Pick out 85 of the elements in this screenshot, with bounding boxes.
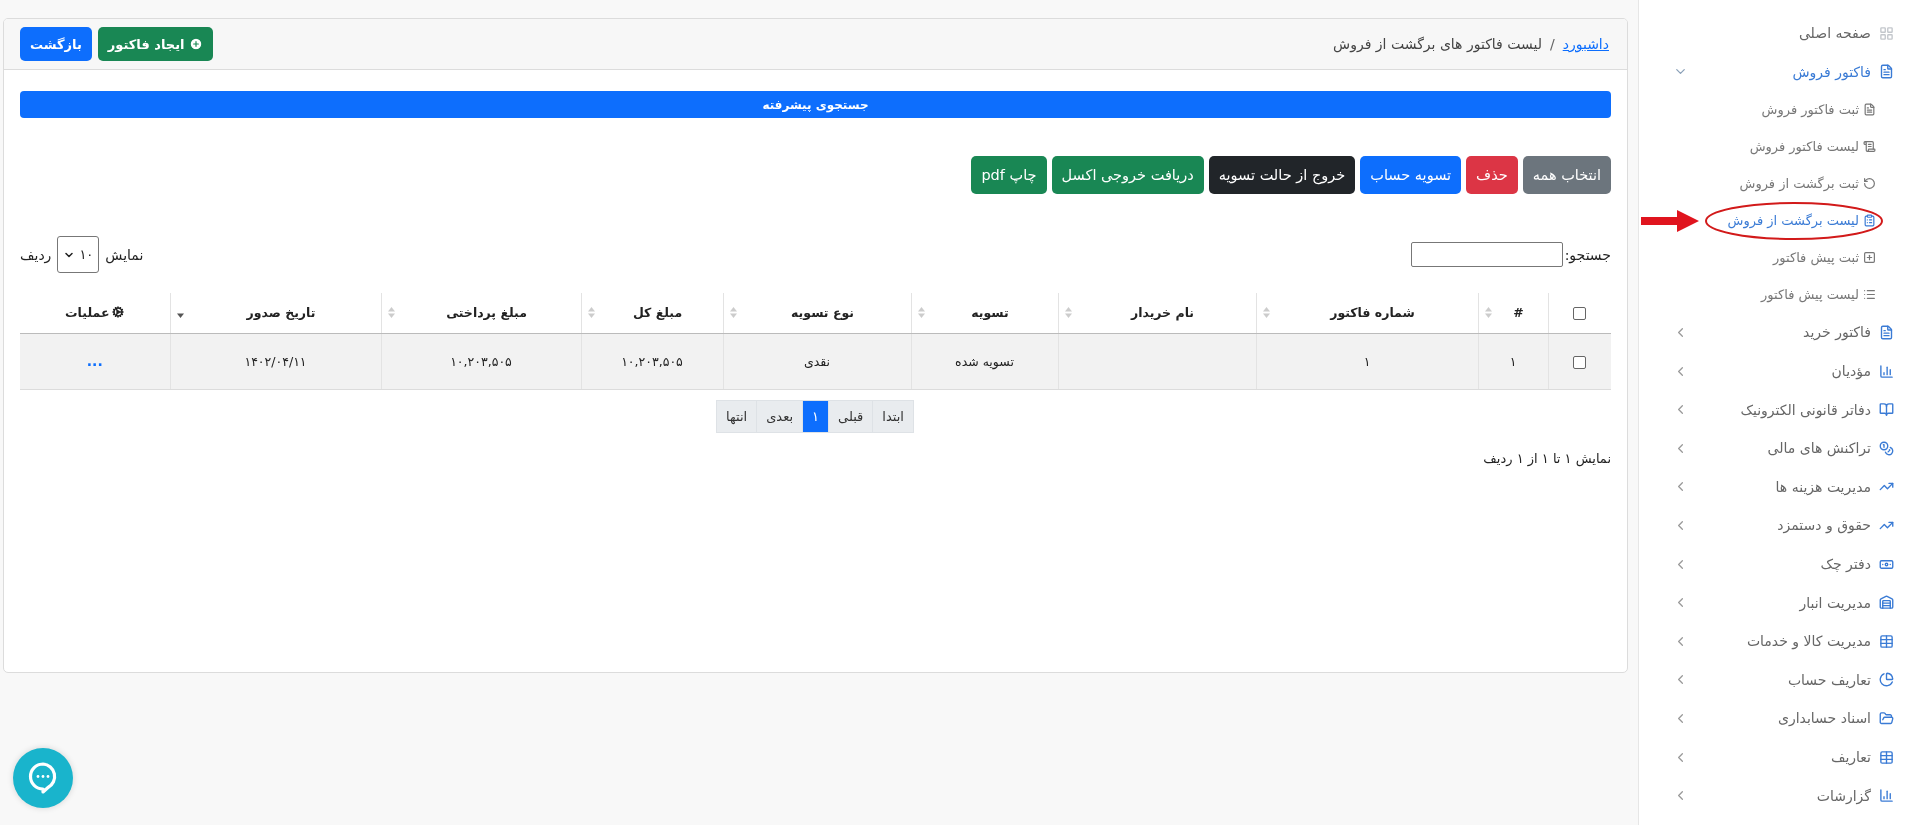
table-cell: ۱۰,۲۰۳,۵۰۵: [621, 353, 683, 369]
sidebar-item[interactable]: فاکتور خرید: [1639, 313, 1920, 352]
create-invoice-button[interactable]: ایجاد فاکتور: [97, 27, 214, 61]
pagination-button[interactable]: انتها: [716, 399, 758, 433]
advanced-search-button[interactable]: جستجوی پیشرفته: [20, 91, 1611, 118]
sidebar-subitem[interactable]: لیست فاکتور فروش: [1639, 128, 1920, 166]
column-header[interactable]: نام خریدار: [1075, 305, 1250, 321]
warehouse-icon: [1879, 595, 1894, 611]
document-icon: [1879, 64, 1894, 80]
bar-chart-icon: [1879, 363, 1894, 379]
pie-chart-icon: [1879, 672, 1894, 688]
column-header: عملیات: [65, 304, 125, 320]
chat-bubble-icon: [28, 762, 58, 794]
grid-icon: [1879, 25, 1894, 41]
row-checkbox[interactable]: [1573, 355, 1587, 369]
sidebar-subitem[interactable]: لیست برگشت از فروش: [1639, 202, 1920, 240]
scroll-icon: [1863, 140, 1876, 154]
action-button[interactable]: دریافت خروجی اکسل: [1051, 156, 1204, 194]
table-cell: ۱: [1509, 353, 1517, 369]
action-button[interactable]: تسویه حساب: [1360, 156, 1462, 194]
breadcrumb-link[interactable]: داشبورد: [1562, 36, 1609, 52]
sidebar-item[interactable]: مدیریت هزینه ها: [1639, 467, 1920, 507]
table-info: نمایش ۱ تا ۱ از ۱ ردیف: [1482, 450, 1611, 466]
sidebar-item[interactable]: تعاریف: [1639, 737, 1920, 777]
table-cell: ۱۰,۲۰۳,۵۰۵: [450, 353, 512, 369]
column-header[interactable]: مبلغ کل: [598, 305, 717, 321]
sidebar-item[interactable]: دفتر چک: [1639, 544, 1920, 584]
action-button[interactable]: چاپ pdf: [971, 156, 1047, 194]
sidebar-subitem[interactable]: ثبت فاکتور فروش: [1639, 91, 1920, 129]
column-header[interactable]: مبلغ پرداختی: [398, 305, 575, 321]
sidebar-item[interactable]: اسناد حسابداری: [1639, 699, 1920, 738]
sidebar-item[interactable]: مؤدیان: [1639, 351, 1920, 391]
table-icon: [1879, 633, 1894, 649]
row-menu-link[interactable]: ...: [86, 353, 103, 369]
pagination-button[interactable]: ابتدا: [872, 399, 914, 433]
column-header[interactable]: تاریخ صدور: [187, 305, 375, 321]
sidebar-subitem[interactable]: ثبت برگشت از فروش: [1639, 165, 1920, 203]
coins-icon: [1879, 440, 1894, 456]
sidebar-subitem[interactable]: لیست پیش فاکتور: [1639, 276, 1920, 314]
pagination-button[interactable]: ۱: [802, 399, 830, 433]
column-header[interactable]: شماره فاکتور: [1273, 305, 1472, 321]
page-length-label: ردیف: [20, 246, 52, 263]
bar-chart-icon: [1879, 788, 1894, 804]
table-cell: ۱۴۰۲/۰۴/۱۱: [244, 353, 307, 369]
select-all-checkbox[interactable]: [1573, 307, 1587, 321]
sidebar-item[interactable]: مدیریت انبار: [1639, 583, 1920, 622]
table-cell: نقدی: [803, 353, 831, 369]
book-icon: [1879, 402, 1894, 418]
column-header[interactable]: نوع تسویه: [740, 305, 905, 321]
sidebar-item[interactable]: مدیریت کالا و خدمات: [1639, 621, 1920, 661]
sidebar-item[interactable]: تراکنش های مالی: [1639, 428, 1920, 468]
gears-icon: [112, 306, 125, 318]
breadcrumb-separator: /: [1549, 36, 1555, 52]
sidebar-item[interactable]: گزارشات: [1639, 776, 1920, 815]
sidebar-item[interactable]: تعاریف حساب: [1639, 660, 1920, 700]
action-button[interactable]: خروج از حالت تسویه: [1208, 156, 1356, 194]
search-field[interactable]: [1410, 242, 1563, 267]
table-icon: [1879, 749, 1894, 765]
document-icon: [1863, 103, 1876, 117]
folder-icon: [1879, 710, 1894, 726]
pagination-button[interactable]: بعدی: [756, 399, 804, 433]
plus-circle-icon: [189, 37, 204, 51]
sidebar-subitem[interactable]: ثبت پیش فاکتور: [1639, 239, 1920, 277]
page-length-label: نمایش: [105, 246, 144, 263]
sidebar-item[interactable]: صفحه اصلی: [1639, 14, 1920, 53]
table-cell: تسویه شده: [955, 353, 1014, 369]
action-button[interactable]: انتخاب همه: [1522, 156, 1611, 194]
sidebar-item[interactable]: حقوق و دستمزد: [1639, 506, 1920, 545]
back-button[interactable]: بازگشت: [20, 27, 92, 61]
search-label: جستجو:: [1564, 246, 1611, 263]
page-length-select[interactable]: ۱۰: [57, 236, 100, 273]
chat-button[interactable]: [13, 748, 73, 808]
breadcrumb-current: لیست فاکتور های برگشت از فروش: [1333, 36, 1542, 52]
plus-square-icon: [1863, 251, 1876, 265]
sidebar-item[interactable]: دفاتر قانونی الکترونیک: [1639, 390, 1920, 429]
column-header[interactable]: تسویه: [928, 305, 1052, 321]
table-cell: ۱: [1363, 353, 1371, 369]
column-header[interactable]: #: [1495, 305, 1542, 321]
document-icon: [1879, 325, 1894, 340]
clipboard-list-icon: [1863, 214, 1876, 228]
sidebar-item[interactable]: فاکتور فروش: [1639, 52, 1920, 92]
list-icon: [1863, 288, 1876, 302]
pagination-button[interactable]: قبلی: [828, 399, 874, 433]
action-button[interactable]: حذف: [1466, 156, 1518, 194]
undo-icon: [1863, 177, 1876, 191]
